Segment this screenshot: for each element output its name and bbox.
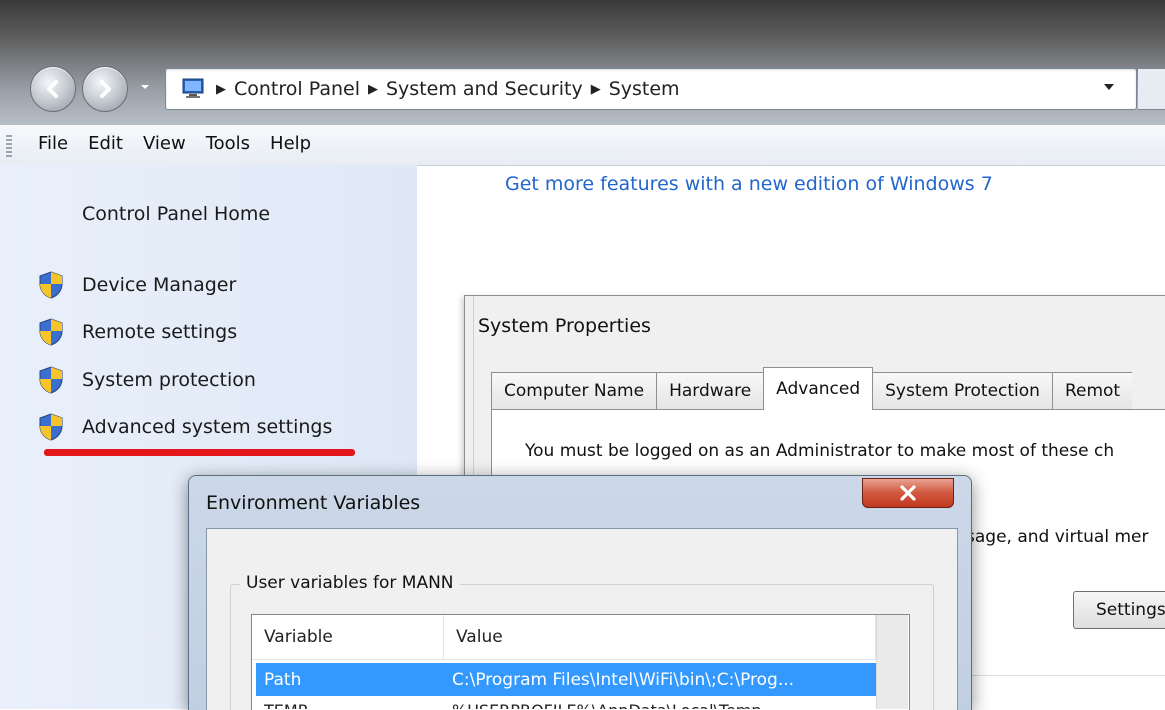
uac-shield-icon [39, 271, 63, 299]
computer-icon [182, 78, 204, 98]
cell-value: C:\Program Files\Intel\WiFi\bin\;C:\Prog… [452, 669, 795, 690]
list-header: Variable Value [252, 615, 908, 660]
red-underline-annotation [44, 449, 355, 456]
menu-file[interactable]: File [38, 133, 68, 154]
address-bar[interactable]: ▶ Control Panel ▶ System and Security ▶ … [165, 68, 1137, 110]
breadcrumb-separator-icon[interactable]: ▶ [368, 82, 378, 97]
control-panel-home-link[interactable]: Control Panel Home [82, 203, 270, 225]
menu-view[interactable]: View [143, 133, 186, 154]
menu-edit[interactable]: Edit [88, 133, 123, 154]
menu-bar: File Edit View Tools Help [0, 125, 1165, 166]
performance-settings-button[interactable]: Settings [1073, 591, 1165, 629]
close-icon [900, 485, 916, 501]
user-variables-group-label: User variables for MANN [240, 573, 460, 593]
tab-system-protection[interactable]: System Protection [872, 372, 1053, 409]
tab-remote[interactable]: Remot [1051, 372, 1133, 409]
refresh-button[interactable] [1138, 68, 1165, 110]
uac-shield-icon [39, 366, 63, 394]
arrow-right-icon [100, 80, 111, 98]
tab-advanced[interactable]: Advanced [763, 367, 874, 410]
task-system-protection[interactable]: System protection [38, 366, 256, 394]
cell-variable: TEMP [264, 698, 444, 709]
breadcrumb-separator-icon[interactable]: ▶ [591, 82, 601, 97]
breadcrumb-system[interactable]: System [609, 78, 680, 100]
tab-hardware[interactable]: Hardware [656, 372, 765, 409]
column-header-variable[interactable]: Variable [252, 615, 444, 659]
menu-items: File Edit View Tools Help [38, 133, 311, 154]
table-row-temp[interactable]: TEMP %USERPROFILE%\AppData\Local\Temp [256, 698, 876, 709]
arrow-left-icon [47, 80, 58, 98]
back-button[interactable] [30, 66, 76, 112]
task-remote-settings[interactable]: Remote settings [38, 318, 237, 346]
forward-button[interactable] [82, 66, 128, 112]
task-device-manager[interactable]: Device Manager [38, 271, 236, 299]
cell-variable: Path [264, 669, 302, 690]
breadcrumb-separator-icon[interactable]: ▶ [216, 82, 226, 97]
task-label: Remote settings [82, 321, 238, 343]
breadcrumb-control-panel[interactable]: Control Panel [234, 78, 360, 100]
list-scrollbar[interactable] [876, 615, 908, 709]
breadcrumb: ▶ Control Panel ▶ System and Security ▶ … [216, 77, 680, 101]
close-button[interactable] [862, 478, 954, 508]
menu-help[interactable]: Help [270, 133, 311, 154]
administrator-note: You must be logged on as an Administrato… [525, 441, 1115, 461]
task-advanced-system-settings[interactable]: Advanced system settings [38, 413, 332, 441]
system-properties-title: System Properties [478, 315, 651, 337]
task-label: System protection [82, 369, 256, 391]
recent-pages-dropdown-icon[interactable] [140, 82, 150, 92]
uac-shield-icon [39, 318, 63, 346]
table-row-path[interactable]: Path C:\Program Files\Intel\WiFi\bin\;C:… [256, 663, 876, 696]
upgrade-windows-link[interactable]: Get more features with a new edition of … [505, 173, 993, 195]
uac-shield-icon [39, 413, 63, 441]
breadcrumb-system-and-security[interactable]: System and Security [386, 78, 583, 100]
group-separator [966, 675, 1165, 676]
task-label: Device Manager [82, 274, 237, 296]
column-header-value[interactable]: Value [444, 615, 876, 659]
menu-tools[interactable]: Tools [206, 133, 250, 154]
tab-computer-name[interactable]: Computer Name [491, 372, 658, 409]
system-properties-tabs: Computer Name Hardware Advanced System P… [491, 367, 1133, 410]
performance-description: sage, and virtual mer [966, 527, 1149, 547]
task-label: Advanced system settings [82, 416, 333, 438]
menu-grip [6, 135, 12, 157]
cell-value: %USERPROFILE%\AppData\Local\Temp [452, 698, 872, 709]
environment-variables-title: Environment Variables [206, 492, 421, 514]
address-history-dropdown-icon[interactable] [1102, 82, 1116, 92]
